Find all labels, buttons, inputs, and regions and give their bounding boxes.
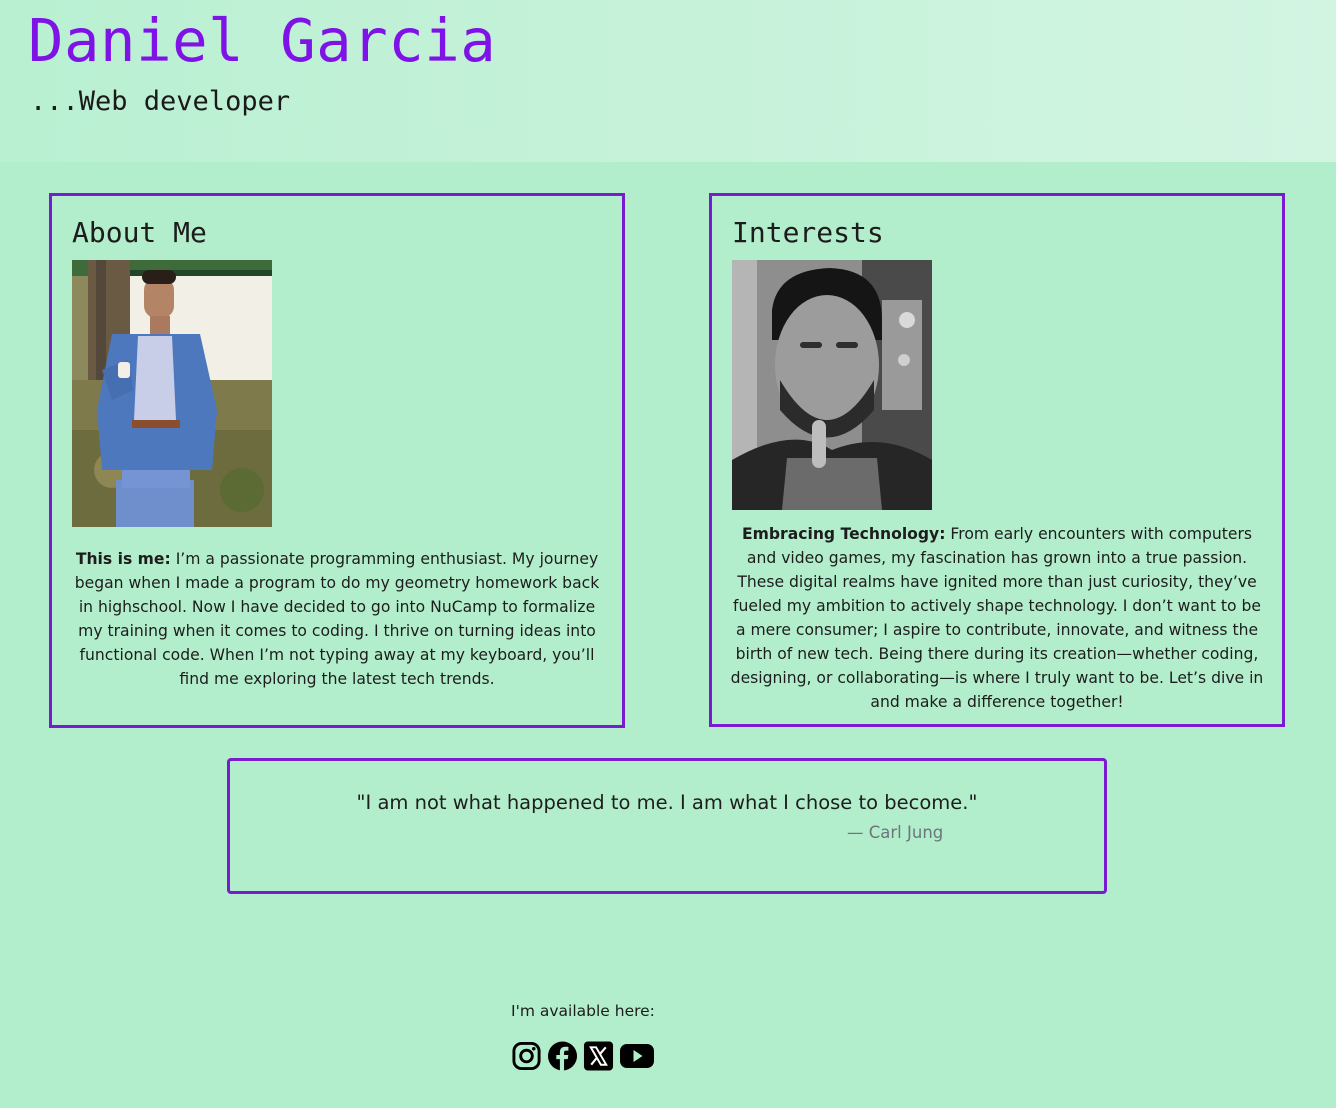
interests-body: From early encounters with computers and…	[730, 525, 1264, 711]
about-me-photo	[72, 260, 272, 527]
interests-intro: Embracing Technology:	[741, 525, 946, 543]
quote-text: "I am not what happened to me. I am what…	[356, 791, 978, 814]
facebook-icon	[547, 1041, 578, 1071]
interests-photo	[732, 260, 932, 510]
about-me-title: About Me	[72, 216, 207, 249]
youtube-icon	[620, 1044, 654, 1068]
about-me-intro: This is me:	[75, 550, 171, 568]
facebook-link[interactable]	[547, 1040, 578, 1072]
youtube-link[interactable]	[619, 1040, 655, 1072]
footer-label: I'm available here:	[511, 1002, 655, 1020]
social-links	[511, 1040, 655, 1072]
interests-card: Interests Embracing Technology: From ear…	[709, 193, 1285, 727]
instagram-link[interactable]	[511, 1040, 542, 1072]
site-tagline: ...Web developer	[30, 86, 291, 117]
about-me-card: About Me This is me: I’m a passionate pr…	[49, 193, 625, 728]
about-me-body: I’m a passionate programming enthusiast.…	[74, 550, 600, 688]
x-twitter-link[interactable]	[583, 1040, 614, 1072]
site-name: Daniel Garcia	[28, 6, 497, 75]
about-me-text: This is me: I’m a passionate programming…	[68, 547, 606, 691]
quote-card: "I am not what happened to me. I am what…	[227, 758, 1107, 894]
instagram-icon	[512, 1041, 541, 1071]
interests-text: Embracing Technology: From early encount…	[728, 522, 1266, 714]
x-twitter-icon	[583, 1041, 614, 1071]
page-header: Daniel Garcia ...Web developer	[0, 0, 1336, 162]
interests-title: Interests	[732, 216, 884, 249]
quote-author: — Carl Jung	[847, 823, 944, 842]
